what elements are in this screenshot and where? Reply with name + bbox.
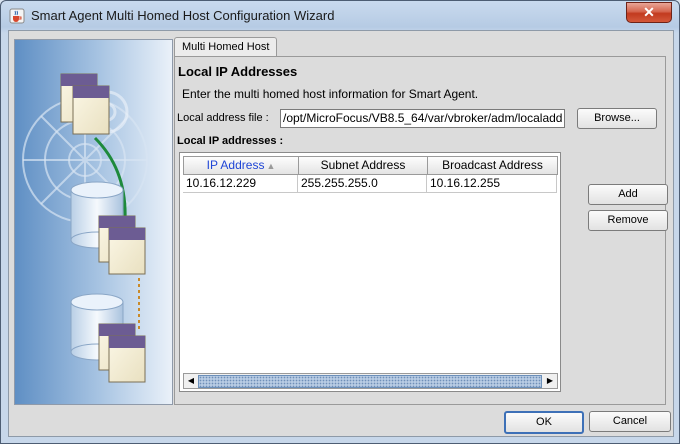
column-header-ip-address[interactable]: IP Address ▲ bbox=[183, 156, 299, 175]
sort-ascending-icon: ▲ bbox=[266, 161, 276, 171]
table-cell[interactable]: 10.16.12.229 bbox=[183, 175, 298, 193]
column-header-subnet-address[interactable]: Subnet Address bbox=[298, 156, 428, 175]
section-title: Local IP Addresses bbox=[178, 64, 298, 79]
dialog-footer: OK Cancel bbox=[9, 405, 673, 436]
scrollbar-thumb[interactable] bbox=[198, 375, 542, 388]
column-header-label: IP Address bbox=[206, 158, 265, 172]
close-icon: ✕ bbox=[643, 4, 655, 20]
horizontal-scrollbar[interactable]: ◀ ▶ bbox=[183, 373, 558, 389]
tab-strip: Multi Homed Host bbox=[174, 37, 664, 57]
browse-button[interactable]: Browse... bbox=[577, 108, 657, 129]
tab-multi-homed-host[interactable]: Multi Homed Host bbox=[174, 37, 278, 57]
java-cup-icon bbox=[9, 8, 25, 24]
table-cell[interactable]: 255.255.255.0 bbox=[298, 175, 427, 193]
tab-panel: Local IP Addresses Enter the multi homed… bbox=[174, 56, 668, 405]
window-title: Smart Agent Multi Homed Host Configurati… bbox=[31, 8, 335, 23]
local-ip-addresses-label: Local IP addresses : bbox=[177, 135, 284, 147]
client-area: Multi Homed Host Local IP Addresses Ente… bbox=[8, 30, 674, 437]
table-row[interactable]: 10.16.12.229 255.255.255.0 10.16.12.255 bbox=[183, 175, 557, 193]
wizard-side-illustration bbox=[14, 39, 173, 405]
title-bar: Smart Agent Multi Homed Host Configurati… bbox=[1, 1, 679, 31]
ok-button[interactable]: OK bbox=[504, 411, 584, 434]
table-header: IP Address ▲ Subnet Address Broadcast Add… bbox=[183, 156, 558, 175]
wizard-window: Smart Agent Multi Homed Host Configurati… bbox=[0, 0, 680, 444]
remove-button[interactable]: Remove bbox=[588, 210, 668, 231]
local-address-file-input[interactable] bbox=[280, 109, 565, 128]
ip-address-table[interactable]: IP Address ▲ Subnet Address Broadcast Add… bbox=[179, 152, 561, 392]
cancel-button[interactable]: Cancel bbox=[589, 411, 671, 432]
instructions-text: Enter the multi homed host information f… bbox=[182, 87, 479, 101]
add-button[interactable]: Add bbox=[588, 184, 668, 205]
table-cell[interactable]: 10.16.12.255 bbox=[427, 175, 557, 193]
scroll-right-icon[interactable]: ▶ bbox=[543, 374, 557, 388]
scroll-left-icon[interactable]: ◀ bbox=[184, 374, 198, 388]
local-address-file-label: Local address file : bbox=[177, 112, 269, 124]
close-button[interactable]: ✕ bbox=[626, 2, 672, 23]
column-header-broadcast-address[interactable]: Broadcast Address bbox=[427, 156, 558, 175]
